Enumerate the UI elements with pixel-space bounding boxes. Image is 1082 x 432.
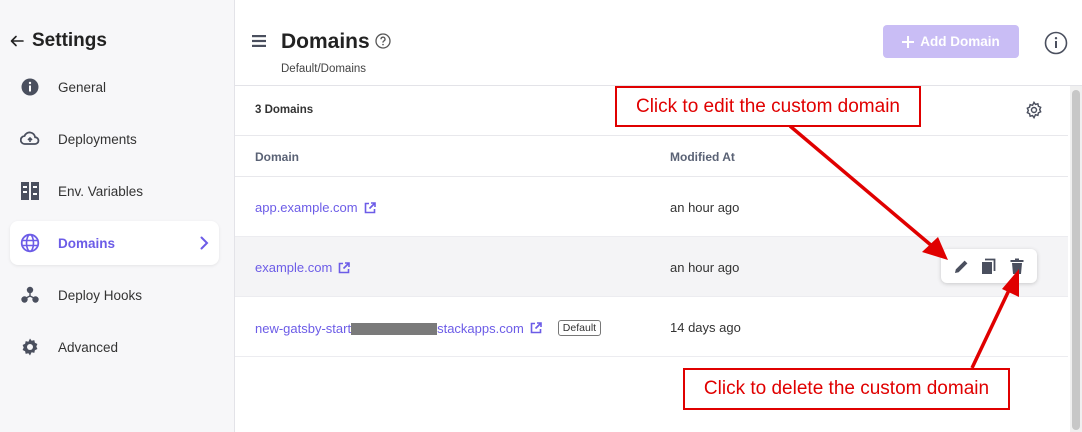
modified-at: an hour ago bbox=[670, 260, 740, 275]
add-domain-label: Add Domain bbox=[920, 34, 1000, 49]
domain-link[interactable]: example.com bbox=[255, 260, 351, 275]
sidebar-title: Settings bbox=[32, 30, 107, 51]
deploy-hooks-icon bbox=[20, 285, 40, 305]
sidebar-item-deploy-hooks[interactable]: Deploy Hooks bbox=[10, 273, 219, 317]
column-header-domain[interactable]: Domain bbox=[255, 150, 299, 164]
domain-name[interactable]: example.com bbox=[255, 260, 332, 275]
sidebar-item-domains[interactable]: Domains bbox=[10, 221, 219, 265]
sidebar-item-general[interactable]: General bbox=[10, 65, 219, 109]
row-actions bbox=[941, 249, 1037, 283]
table-row[interactable]: app.example.com an hour ago bbox=[235, 177, 1068, 237]
modified-at: 14 days ago bbox=[670, 320, 741, 335]
sidebar-item-label: Deploy Hooks bbox=[58, 287, 143, 303]
sidebar-header: Settings bbox=[10, 30, 107, 52]
gear-icon bbox=[20, 337, 40, 357]
plus-icon bbox=[902, 35, 915, 48]
table-row[interactable]: new-gatsby-start stackapps.com Default 14… bbox=[235, 297, 1068, 357]
page-header: Domains Default/Domains Add Domain bbox=[235, 0, 1082, 86]
delete-annotation-callout: Click to delete the custom domain bbox=[683, 368, 1010, 410]
sidebar-item-label: Domains bbox=[58, 235, 116, 251]
env-variables-icon bbox=[20, 181, 40, 201]
external-link-icon[interactable] bbox=[364, 201, 376, 214]
breadcrumb-current: Domains bbox=[320, 63, 367, 75]
page-title: Domains bbox=[281, 30, 370, 53]
domain-link[interactable]: new-gatsby-start stackapps.com Default bbox=[255, 320, 602, 336]
default-badge: Default bbox=[557, 320, 602, 336]
column-header-modified[interactable]: Modified At bbox=[670, 150, 735, 164]
table-header: Domain Modified At bbox=[235, 136, 1068, 177]
hamburger-menu-icon[interactable] bbox=[252, 35, 266, 47]
table-row[interactable]: example.com an hour ago bbox=[235, 237, 1068, 297]
delete-trash-icon[interactable] bbox=[1008, 257, 1026, 275]
info-circle-icon bbox=[20, 77, 40, 97]
sidebar-item-deployments[interactable]: Deployments bbox=[10, 117, 219, 161]
domain-count: 3 Domains bbox=[255, 104, 314, 116]
cloud-upload-icon bbox=[20, 129, 40, 149]
domain-name[interactable]: app.example.com bbox=[255, 200, 358, 215]
sidebar-item-label: General bbox=[58, 79, 107, 95]
domain-name[interactable]: new-gatsby-start stackapps.com bbox=[255, 321, 524, 336]
redacted-block bbox=[351, 323, 438, 336]
help-circle-icon[interactable] bbox=[375, 33, 391, 49]
domain-name-suffix: stackapps.com bbox=[437, 320, 524, 336]
scrollbar-thumb[interactable] bbox=[1072, 90, 1080, 430]
modified-at: an hour ago bbox=[670, 200, 740, 215]
add-domain-button[interactable]: Add Domain bbox=[883, 25, 1019, 58]
globe-icon bbox=[20, 233, 40, 253]
sidebar-item-label: Env. Variables bbox=[58, 183, 144, 199]
info-icon[interactable] bbox=[1044, 31, 1068, 55]
copy-icon[interactable] bbox=[980, 257, 998, 275]
table-settings-gear-icon[interactable] bbox=[1025, 101, 1043, 119]
scrollbar[interactable] bbox=[1070, 86, 1082, 432]
settings-sidebar: Settings General Deployments Env. Variab… bbox=[0, 0, 235, 432]
breadcrumb: Default/Domains bbox=[281, 63, 366, 75]
sidebar-item-env-variables[interactable]: Env. Variables bbox=[10, 169, 219, 213]
sidebar-item-label: Advanced bbox=[58, 339, 119, 355]
domain-link[interactable]: app.example.com bbox=[255, 200, 376, 215]
external-link-icon[interactable] bbox=[530, 322, 542, 334]
sidebar-item-advanced[interactable]: Advanced bbox=[10, 325, 219, 369]
edit-pencil-icon[interactable] bbox=[952, 257, 970, 275]
breadcrumb-parent[interactable]: Default bbox=[281, 63, 317, 75]
chevron-right-icon bbox=[200, 236, 209, 250]
back-arrow-icon[interactable] bbox=[10, 34, 24, 48]
edit-annotation-callout: Click to edit the custom domain bbox=[615, 86, 921, 127]
domain-name-prefix: new-gatsby-start bbox=[255, 320, 352, 336]
external-link-icon[interactable] bbox=[338, 261, 351, 274]
sidebar-item-label: Deployments bbox=[58, 131, 137, 147]
